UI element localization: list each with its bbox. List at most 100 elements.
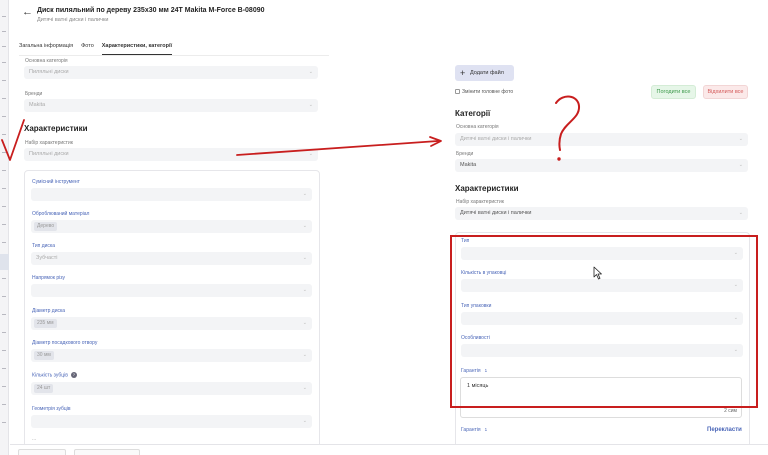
rail-marker[interactable] <box>2 332 6 333</box>
field-label: Напрямок різу <box>32 275 65 281</box>
reject-all-button[interactable]: Відхилити все <box>703 85 748 99</box>
chevron-down-icon: ⌄ <box>302 191 307 197</box>
rail-marker[interactable] <box>2 278 6 279</box>
right-main-category-label: Основна категорія <box>456 124 499 130</box>
cut-direction-select[interactable]: ⌄ <box>31 284 312 297</box>
agree-all-button[interactable]: Погодити все <box>651 85 696 99</box>
characteristics-card: Сумісний інструмент ⌄ Оброблюваний матер… <box>24 170 320 446</box>
chevron-down-icon: ⌄ <box>308 102 313 108</box>
rail-marker[interactable] <box>2 80 6 81</box>
field-label: Оброблюваний матеріал <box>32 211 90 217</box>
field-label: Діаметр диска <box>32 308 66 314</box>
warranty2-badge: 1 <box>484 427 488 432</box>
translate-button[interactable]: Перекласти <box>707 427 742 433</box>
chevron-down-icon: ⌄ <box>302 223 307 229</box>
tab-bar: Загальна інформація Фото Характеристики,… <box>19 43 173 55</box>
add-file-label: Додати файл <box>470 70 504 76</box>
material-select[interactable]: Дерево ⌄ <box>31 220 312 233</box>
right-brand-value: Makita <box>460 162 477 168</box>
back-arrow-icon[interactable]: ← <box>22 6 34 18</box>
rail-marker[interactable] <box>2 296 6 297</box>
annotation-highlight-box <box>450 235 758 408</box>
rail-marker[interactable] <box>2 386 6 387</box>
brand-select[interactable]: Makita ⌄ <box>24 99 318 112</box>
right-char-set-value: Дитячі ватні диски і палички <box>460 210 532 216</box>
teeth-count-select[interactable]: 24 шт ⌄ <box>31 382 312 395</box>
chevron-down-icon: ⌄ <box>308 69 313 75</box>
disc-type-select[interactable]: Зубчасті ⌄ <box>31 252 312 265</box>
chevron-down-icon: ⌄ <box>738 210 743 216</box>
rail-marker[interactable] <box>2 224 6 225</box>
change-main-photo-label: Змінити головне фото <box>462 89 514 95</box>
rail-marker[interactable] <box>2 116 6 117</box>
main-category-select[interactable]: Пиляльні диски ⌄ <box>24 66 318 79</box>
chevron-down-icon: ⌄ <box>302 287 307 293</box>
field-label: Діаметр посадкового отвору <box>32 340 98 346</box>
annotation-arrowhead <box>429 136 442 147</box>
disc-diameter-select[interactable]: 235 мм ⌄ <box>31 317 312 330</box>
field-label: Кількість зубців? <box>32 372 77 378</box>
right-char-set-label: Набір характеристик <box>456 199 504 205</box>
rail-marker[interactable] <box>2 206 6 207</box>
rail-marker[interactable] <box>2 314 6 315</box>
categories-heading: Категорії <box>455 109 491 118</box>
field-label: Сумісний інструмент <box>32 179 80 185</box>
field-label: Геометрія зубців <box>32 406 71 412</box>
warranty2-label: Гарантія <box>461 427 481 433</box>
change-main-photo-checkbox[interactable] <box>455 89 460 94</box>
rail-marker[interactable] <box>2 242 6 243</box>
rail-marker[interactable] <box>2 31 6 32</box>
mouse-cursor-icon <box>593 266 602 280</box>
bottom-action-bar <box>10 444 768 455</box>
right-char-set-select[interactable]: Дитячі ватні диски і палички ⌄ <box>455 207 748 220</box>
rail-marker[interactable] <box>2 46 6 47</box>
chevron-down-icon: ⌄ <box>738 136 743 142</box>
page-header: ← Диск пиляльний по дереву 235x30 мм 24T… <box>10 0 768 40</box>
chevron-down-icon: ⌄ <box>302 320 307 326</box>
right-characteristics-heading: Характеристики <box>455 184 519 193</box>
compatible-tool-select[interactable]: ⌄ <box>31 188 312 201</box>
more-indicator: ... <box>32 436 37 442</box>
rail-marker[interactable] <box>2 62 6 63</box>
bottom-button[interactable] <box>18 449 66 455</box>
bore-diameter-select[interactable]: 30 мм ⌄ <box>31 349 312 362</box>
rail-marker[interactable] <box>2 170 6 171</box>
rail-active-item[interactable] <box>0 254 9 270</box>
right-main-category-select[interactable]: Дитячі ватні диски і палички ⌄ <box>455 133 748 146</box>
right-brand-select[interactable]: Makita ⌄ <box>455 159 748 172</box>
add-file-button[interactable]: + Додати файл <box>455 65 514 81</box>
rail-marker[interactable] <box>2 368 6 369</box>
chevron-down-icon: ⌄ <box>302 385 307 391</box>
field-label: Гарантія 1 <box>461 427 487 433</box>
tab-photo[interactable]: Фото <box>81 43 94 55</box>
rail-marker[interactable] <box>2 422 6 423</box>
plus-icon: + <box>460 68 466 78</box>
field-label: Тип диска <box>32 243 56 249</box>
disc-type-value: Зубчасті <box>36 255 58 261</box>
bottom-button[interactable] <box>74 449 140 455</box>
left-panel: Основна категорія Пиляльні диски ⌄ Бренд… <box>19 56 329 446</box>
tab-general-info[interactable]: Загальна інформація <box>19 43 73 55</box>
rail-marker[interactable] <box>2 134 6 135</box>
help-icon[interactable]: ? <box>70 372 77 378</box>
brand-label: Бренди <box>25 91 43 97</box>
rail-marker[interactable] <box>2 404 6 405</box>
char-set-select[interactable]: Пиляльні диски ⌄ <box>24 148 318 161</box>
teeth-count-chip: 24 шт <box>34 384 54 393</box>
teeth-geometry-select[interactable]: ⌄ <box>31 415 312 428</box>
brand-value: Makita <box>29 102 46 108</box>
tab-characteristics-categories[interactable]: Характеристики, категорії <box>101 43 173 55</box>
chevron-down-icon: ⌄ <box>302 255 307 261</box>
main-category-label: Основна категорія <box>25 58 68 64</box>
rail-marker[interactable] <box>2 16 6 17</box>
rail-marker[interactable] <box>2 152 6 153</box>
page-title: Диск пиляльний по дереву 235x30 мм 24T M… <box>37 7 265 14</box>
char-counter: 2 сим <box>724 408 737 414</box>
rail-marker[interactable] <box>2 188 6 189</box>
chevron-down-icon: ⌄ <box>302 352 307 358</box>
char-set-value: Пиляльні диски <box>29 151 69 157</box>
teeth-count-label: Кількість зубців <box>32 372 68 379</box>
rail-marker[interactable] <box>2 98 6 99</box>
disc-diameter-chip: 235 мм <box>34 319 57 328</box>
rail-marker[interactable] <box>2 350 6 351</box>
